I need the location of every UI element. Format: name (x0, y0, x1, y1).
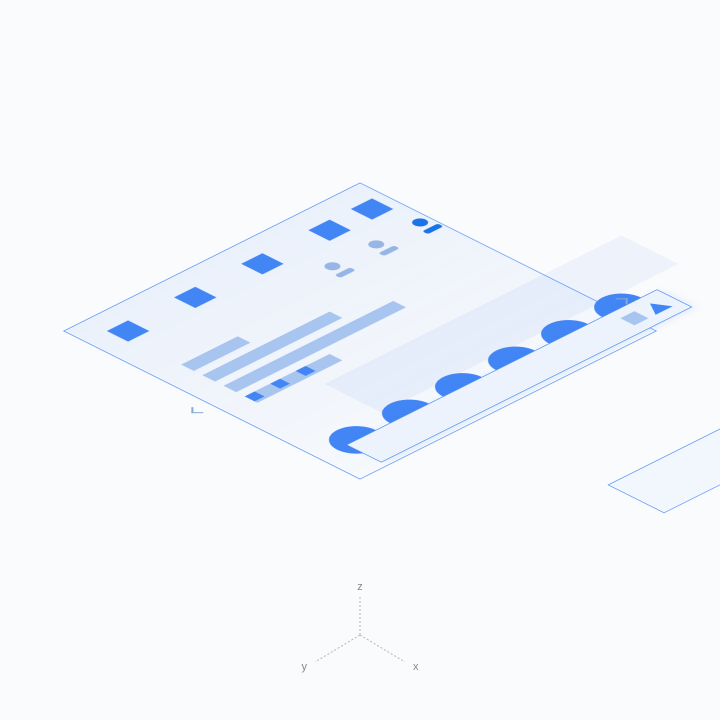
user-icon (365, 239, 388, 250)
avatar[interactable] (319, 260, 356, 278)
user-icon (409, 217, 432, 228)
segment-icon (283, 373, 303, 383)
bar-item[interactable] (224, 301, 406, 392)
x-axis-label: x (413, 661, 419, 673)
base-surface (63, 183, 657, 480)
segment-icon (257, 385, 277, 395)
tile-icon[interactable] (107, 321, 149, 342)
segment-icon (270, 379, 290, 389)
avatar[interactable] (363, 238, 400, 256)
nav-triangle-icon[interactable] (641, 299, 672, 315)
chevron-left-icon[interactable] (191, 407, 203, 413)
y-axis-line (315, 635, 360, 662)
floating-overlay-panel[interactable] (607, 337, 720, 514)
z-axis-label: z (357, 581, 363, 593)
segment-icon (245, 392, 265, 402)
avatar-active[interactable] (407, 216, 444, 234)
tile-icon[interactable] (351, 199, 393, 220)
tile-icon[interactable] (241, 253, 283, 274)
bar-item[interactable] (202, 312, 342, 382)
y-axis-label: y (302, 661, 308, 673)
isometric-stage (150, 121, 570, 541)
user-icon (321, 261, 344, 272)
axis-gizmo: z x y (295, 590, 425, 680)
tile-icon[interactable] (174, 287, 216, 308)
nav-square-icon[interactable] (620, 311, 648, 325)
tile-icon[interactable] (308, 220, 350, 241)
bar-item[interactable] (245, 354, 343, 403)
segment-icon (296, 366, 316, 376)
segment-row (245, 366, 316, 401)
x-axis-line (360, 635, 405, 662)
bar-item[interactable] (181, 336, 250, 371)
